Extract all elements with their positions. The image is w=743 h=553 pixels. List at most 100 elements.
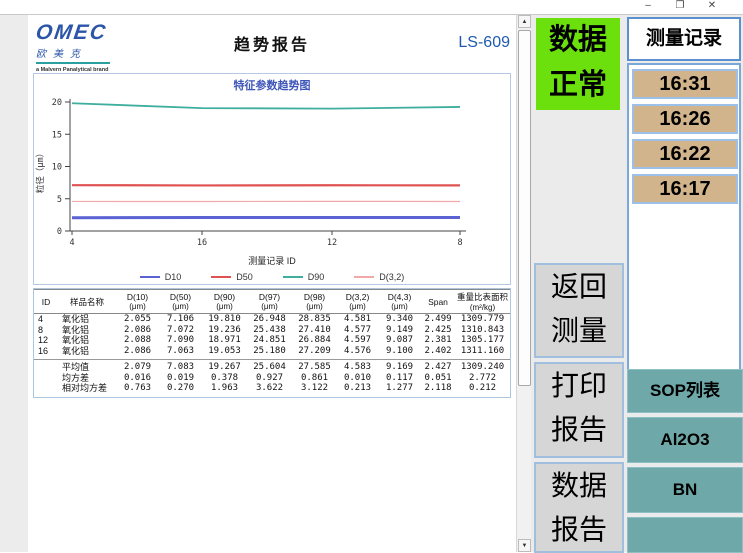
table-cell: 27.209	[298, 345, 331, 356]
table-cell: 2.402	[424, 345, 452, 356]
legend-item: D50	[211, 272, 253, 282]
table-row: 4 氧化铝 2.055 7.106 19.810 26.948 28.835 4.581 9.3…	[34, 314, 510, 325]
table-row: 平均值 2.079 7.083 19.267 25.604 27.585 4.583 9.16…	[34, 359, 510, 373]
sop-bn-button[interactable]: BN	[627, 467, 743, 513]
table-cell: 25.438	[253, 324, 286, 335]
column-header: 重量比表面积 (m²/kg)	[455, 289, 510, 314]
record-time-button[interactable]: 16:17	[632, 174, 738, 204]
svg-text:0: 0	[57, 227, 62, 237]
table-cell: 2.427	[421, 359, 455, 373]
minimize-icon[interactable]: –	[637, 0, 659, 13]
table-cell: 0.270	[166, 383, 195, 393]
table-cell: 1311.160	[460, 345, 505, 356]
table-cell: 0.378	[210, 372, 239, 383]
table-cell: 相对均方差	[62, 383, 108, 393]
table-cell: 平均值	[58, 359, 116, 373]
button-label-line: 测量	[550, 315, 607, 346]
table-cell: 0.861	[300, 372, 329, 383]
table-cell: 2.499	[424, 314, 452, 324]
svg-text:粒径（μm）: 粒径（μm）	[35, 149, 46, 193]
legend-label: D10	[164, 272, 182, 282]
column-header: Span	[421, 289, 455, 314]
svg-text:10: 10	[52, 163, 62, 173]
legend-label: D(3,2)	[379, 272, 405, 282]
table-cell: 27.585	[292, 359, 337, 373]
table-cell: 27.410	[298, 324, 331, 335]
chart-title: 特征参数趋势图	[233, 80, 311, 92]
table-cell: 18.971	[208, 335, 241, 345]
table-cell: 24.851	[253, 335, 286, 345]
table-cell: 9.149	[385, 324, 414, 335]
table-cell: 12	[38, 335, 49, 345]
table-cell: 19.236	[208, 324, 241, 335]
svg-text:5: 5	[57, 195, 62, 205]
scroll-down-icon[interactable]: ▼	[518, 539, 531, 552]
legend-label: D90	[307, 272, 325, 282]
close-icon[interactable]: ✕	[701, 0, 723, 13]
table-cell: 19.267	[202, 359, 247, 373]
table-cell	[34, 373, 58, 384]
record-time-button[interactable]: 16:31	[632, 69, 738, 99]
table-row: 8 氧化铝 2.086 7.072 19.236 25.438 27.410 4.577 9.1…	[34, 325, 510, 336]
column-header: 样品名称	[58, 289, 116, 314]
status-line2: 正常	[548, 69, 607, 101]
record-time-button[interactable]: 16:26	[632, 104, 738, 134]
sop-al2o3-button[interactable]: Al2O3	[627, 417, 743, 463]
table-cell: 氧化铝	[62, 345, 90, 356]
record-time-button[interactable]: 16:22	[632, 139, 738, 169]
table-row: 相对均方差 0.763 0.270 1.963 3.622 3.122 0.213 1.277…	[34, 383, 510, 397]
table-cell: 1.277	[385, 383, 414, 393]
column-header: D(97) (μm)	[247, 289, 292, 314]
table-cell: 9.100	[385, 345, 414, 356]
data-report-button[interactable]: 数据 报告	[534, 462, 624, 553]
trend-chart: 特征参数趋势图 0 5 10 15 20 4 16 12 8 粒径（μm） 测量记录 ID D10…	[33, 73, 511, 285]
column-header: D(10) (μm)	[116, 289, 159, 314]
svg-text:8: 8	[457, 238, 462, 248]
table-cell: 4.583	[337, 359, 378, 373]
button-label-line: 报告	[550, 514, 607, 545]
left-gutter	[0, 14, 28, 552]
table-cell: 0.016	[123, 372, 152, 383]
maximize-icon[interactable]: ❐	[669, 0, 691, 13]
legend-swatch-d50	[211, 276, 232, 278]
table-cell: 2.425	[424, 324, 452, 335]
table-cell: 25.180	[253, 345, 286, 356]
results-table-container: ID 样品名称 D(10) (μm) D(50) (μm) D(90) (μm) D(97) (μ…	[33, 288, 511, 398]
print-report-button[interactable]: 打印 报告	[534, 362, 624, 458]
table-cell: 0.019	[166, 372, 195, 383]
column-header: ID	[34, 289, 58, 314]
table-cell: 19.053	[208, 345, 241, 356]
table-row: 12 氧化铝 2.088 7.090 18.971 24.851 26.884 4.597 9.…	[34, 335, 510, 346]
return-measure-button[interactable]: 返回 测量	[534, 263, 624, 358]
table-cell: 2.086	[123, 345, 152, 356]
legend-swatch-d10	[139, 276, 160, 278]
button-label-line: 打印	[550, 370, 607, 401]
table-cell: 16	[38, 345, 49, 356]
sop-blank-button[interactable]	[627, 517, 743, 553]
scroll-up-icon[interactable]: ▲	[518, 15, 531, 28]
vertical-scrollbar[interactable]: ▲ ▼	[516, 14, 531, 552]
button-label-line: 报告	[550, 414, 607, 445]
table-cell: 氧化铝	[62, 324, 90, 335]
table-cell: 1309.240	[455, 359, 510, 373]
scrollbar-thumb[interactable]	[518, 30, 531, 386]
table-row: 均方差 0.016 0.019 0.378 0.927 0.861 0.010 0.117 0.…	[34, 373, 510, 384]
svg-text:16: 16	[197, 238, 207, 248]
table-cell: 4.576	[343, 345, 372, 356]
table-cell: 0.927	[255, 372, 284, 383]
window-titlebar: – ❐ ✕	[0, 0, 743, 14]
table-cell: 氧化铝	[62, 314, 90, 324]
chart-legend: D10 D50 D90 D(3,2)	[34, 267, 510, 287]
column-header: D(98) (μm)	[292, 289, 337, 314]
svg-text:15: 15	[52, 130, 62, 140]
table-cell: 28.835	[298, 314, 331, 324]
legend-swatch-d90	[282, 276, 303, 278]
table-cell: 7.063	[166, 345, 195, 356]
legend-item: D(3,2)	[354, 272, 404, 282]
table-cell: 2.381	[424, 335, 452, 345]
table-cell: 4.581	[343, 314, 372, 324]
instrument-model: LS-609	[458, 34, 510, 51]
table-cell: 2.118	[424, 383, 452, 393]
sop-list-button[interactable]: SOP列表	[627, 369, 743, 413]
table-cell: 9.169	[378, 359, 421, 373]
